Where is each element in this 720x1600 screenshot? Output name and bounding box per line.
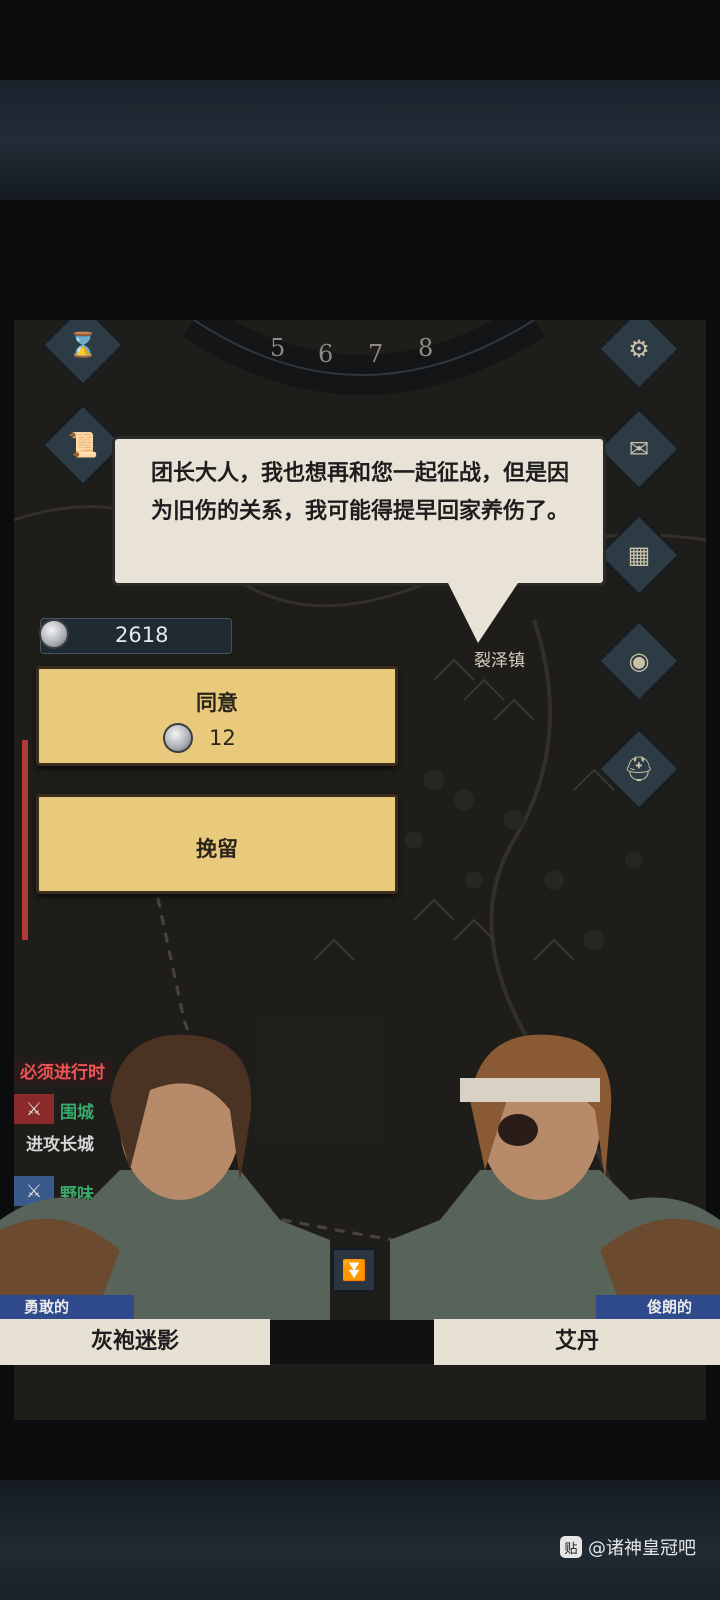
tieba-icon: 贴 bbox=[560, 1536, 582, 1558]
chevron-down-icon: ⏬ bbox=[341, 1258, 367, 1282]
turn-dial[interactable]: 5 6 7 8 bbox=[254, 328, 494, 368]
watermark-text: @诸神皇冠吧 bbox=[588, 1538, 696, 1559]
silver-coin-icon bbox=[163, 723, 193, 753]
collapse-button[interactable]: ⏬ bbox=[332, 1248, 376, 1292]
currency-display: 2618 bbox=[39, 618, 232, 654]
shield-icon: ◉ bbox=[628, 647, 650, 675]
left-edge-marker bbox=[22, 740, 28, 940]
left-character-portrait bbox=[0, 1034, 330, 1330]
silver-coin-icon bbox=[39, 619, 69, 649]
top-banner bbox=[0, 80, 720, 200]
scroll-icon: 📜 bbox=[68, 431, 98, 459]
dial-number: 5 bbox=[270, 334, 286, 362]
watermark: 贴 @诸神皇冠吧 bbox=[560, 1534, 696, 1560]
right-character-name: 艾丹 bbox=[434, 1319, 720, 1365]
speech-bubble: 团长大人，我也想再和您一起征战，但是因为旧伤的关系，我可能得提早回家养伤了。 bbox=[112, 436, 606, 586]
chest-icon: ▦ bbox=[627, 541, 651, 569]
helmet-icon: ⛑ bbox=[623, 755, 655, 783]
dial-number: 6 bbox=[318, 340, 334, 368]
right-character-epithet: 俊朗的 bbox=[596, 1295, 720, 1319]
retain-button[interactable]: 挽留 bbox=[36, 794, 398, 894]
hourglass-icon: ⌛ bbox=[68, 331, 98, 359]
agree-cost-value: 12 bbox=[209, 726, 236, 750]
left-character-epithet: 勇敢的 bbox=[0, 1295, 134, 1319]
retain-label: 挽留 bbox=[196, 837, 238, 861]
agree-button[interactable]: 同意 12 bbox=[36, 666, 398, 766]
gear-icon: ⚙ bbox=[628, 335, 650, 363]
right-character-portrait bbox=[390, 1034, 720, 1330]
currency-amount: 2618 bbox=[115, 623, 169, 647]
dial-number: 8 bbox=[418, 334, 434, 362]
name-divider bbox=[270, 1320, 434, 1364]
agree-cost: 12 bbox=[163, 723, 283, 755]
left-character-name: 灰袍迷影 bbox=[0, 1319, 270, 1365]
town-label: 裂泽镇 bbox=[474, 651, 525, 671]
dial-number: 7 bbox=[368, 340, 384, 368]
speech-text: 团长大人，我也想再和您一起征战，但是因为旧伤的关系，我可能得提早回家养伤了。 bbox=[151, 461, 570, 524]
speech-bubble-tail bbox=[448, 583, 518, 643]
envelope-icon: ✉ bbox=[628, 435, 650, 463]
agree-label: 同意 bbox=[196, 691, 238, 715]
